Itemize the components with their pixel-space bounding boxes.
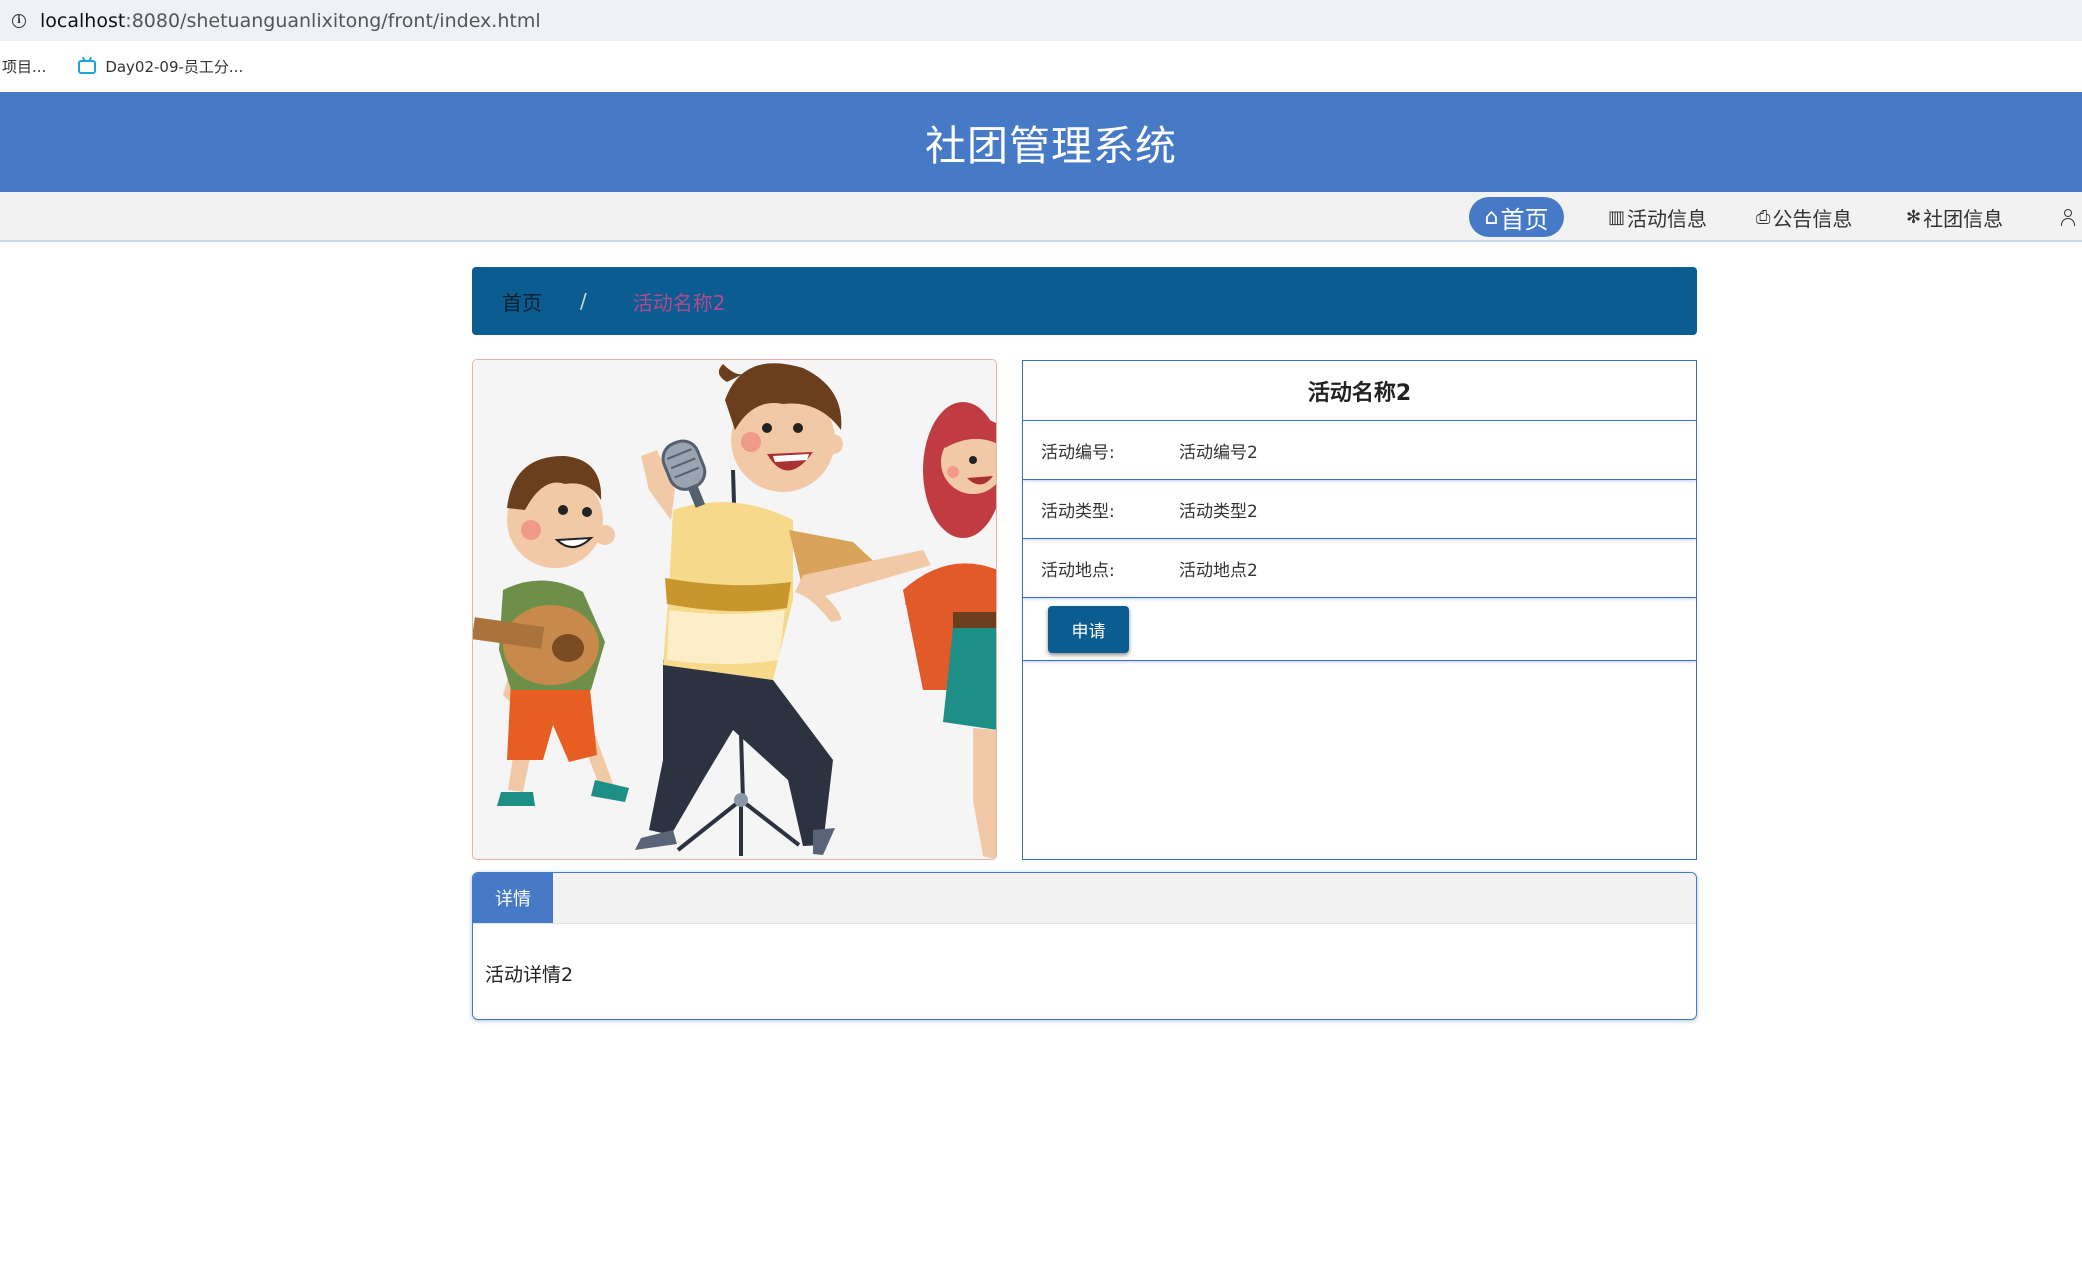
field-label: 活动编号: bbox=[1041, 442, 1115, 463]
nav-item-label: 活动信息 bbox=[1627, 206, 1708, 231]
info-row-activity-location: 活动地点: 活动地点2 bbox=[1023, 539, 1696, 598]
nav-item-notice-info[interactable]: ⎙ 公告信息 bbox=[1756, 197, 1852, 237]
breadcrumb-separator: / bbox=[580, 289, 587, 313]
home-icon: ⌂ bbox=[1484, 204, 1499, 230]
details-content: 活动详情2 bbox=[485, 964, 574, 986]
user-icon bbox=[2060, 209, 2076, 226]
tv-icon bbox=[78, 59, 97, 74]
url-path: :8080/shetuanguanlixitong/front/index.ht… bbox=[125, 9, 541, 32]
activity-image bbox=[472, 359, 997, 860]
printer-icon: ⎙ bbox=[1756, 206, 1771, 228]
nav-item-club-info[interactable]: ✻ 社团信息 bbox=[1906, 197, 2003, 237]
apply-button[interactable]: 申请 bbox=[1048, 605, 1129, 653]
site-title: 社团管理系统 bbox=[925, 122, 1177, 170]
field-value: 活动类型2 bbox=[1179, 501, 1258, 522]
nav-item-user[interactable] bbox=[2060, 197, 2076, 237]
nav-item-label: 社团信息 bbox=[1923, 206, 2004, 231]
site-header: 社团管理系统 bbox=[0, 92, 2082, 192]
bookmark-day02[interactable]: Day02-09-员工分... bbox=[78, 56, 243, 77]
address-bar[interactable]: i localhost:8080/shetuanguanlixitong/fro… bbox=[0, 0, 2082, 41]
breadcrumb-current: 活动名称2 bbox=[632, 290, 726, 315]
nav-item-label: 公告信息 bbox=[1772, 206, 1853, 231]
bookmark-label: Day02-09-员工分... bbox=[105, 58, 244, 76]
site-info-icon[interactable]: i bbox=[12, 13, 26, 28]
nav-item-activity-info[interactable]: ▥ 活动信息 bbox=[1608, 197, 1707, 237]
nav-item-label: 首页 bbox=[1500, 205, 1549, 234]
field-label: 活动地点: bbox=[1041, 560, 1115, 581]
bookmark-label: 项目... bbox=[2, 58, 47, 76]
field-label: 活动类型: bbox=[1041, 501, 1115, 522]
apply-row: 申请 bbox=[1023, 598, 1696, 661]
url-host: localhost bbox=[40, 9, 126, 32]
tab-strip: 详情 bbox=[473, 873, 1696, 924]
activity-name-title: 活动名称2 bbox=[1023, 361, 1696, 421]
details-panel: 详情 活动详情2 bbox=[472, 872, 1697, 1020]
info-row-activity-number: 活动编号: 活动编号2 bbox=[1023, 421, 1696, 480]
activity-illustration bbox=[473, 360, 996, 859]
breadcrumb-home[interactable]: 首页 bbox=[502, 287, 542, 316]
field-value: 活动编号2 bbox=[1179, 442, 1258, 463]
main-nav: ⌂ 首页 ▥ 活动信息 ⎙ 公告信息 ✻ 社团信息 bbox=[0, 192, 2082, 242]
nav-item-home[interactable]: ⌂ 首页 bbox=[1469, 197, 1564, 237]
grid-icon: ▥ bbox=[1608, 206, 1626, 228]
bookmarks-bar: 项目... Day02-09-员工分... bbox=[0, 41, 2082, 92]
breadcrumb: 首页 / 活动名称2 bbox=[472, 267, 1697, 335]
tab-details[interactable]: 详情 bbox=[473, 873, 553, 923]
bookmark-project[interactable]: 项目... bbox=[2, 56, 46, 77]
activity-info-panel: 活动名称2 活动编号: 活动编号2 活动类型: 活动类型2 活动地点: 活动地点… bbox=[1022, 360, 1697, 860]
info-row-activity-type: 活动类型: 活动类型2 bbox=[1023, 480, 1696, 539]
url-text[interactable]: localhost:8080/shetuanguanlixitong/front… bbox=[40, 10, 541, 32]
field-value: 活动地点2 bbox=[1179, 560, 1258, 581]
snowflake-icon: ✻ bbox=[1906, 206, 1922, 228]
